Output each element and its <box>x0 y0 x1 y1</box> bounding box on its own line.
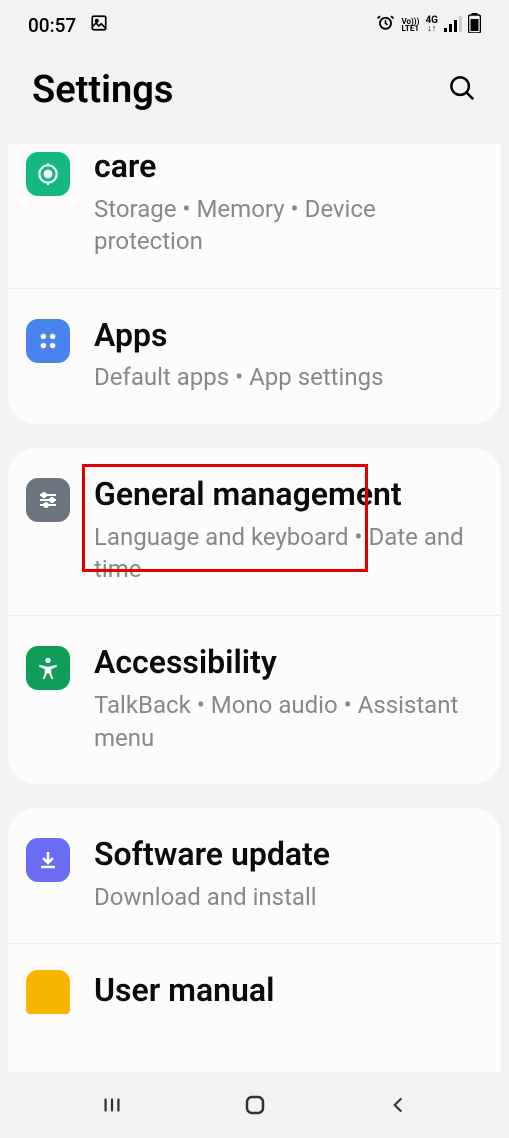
device-care-icon <box>26 152 70 196</box>
gallery-icon <box>90 14 108 37</box>
settings-item-general-management[interactable]: General management Language and keyboard… <box>8 448 501 616</box>
lte-text: LTE1 <box>401 25 419 32</box>
settings-item-software-update[interactable]: Software update Download and install <box>8 808 501 943</box>
settings-item-user-manual[interactable]: User manual <box>8 943 501 1027</box>
item-title: Software update <box>94 836 483 873</box>
network-icon: 4G ↓↑ <box>425 16 438 33</box>
search-button[interactable] <box>447 73 477 107</box>
nav-back-button[interactable] <box>385 1092 411 1118</box>
update-icon <box>26 838 70 882</box>
alarm-icon <box>376 13 395 37</box>
item-subtitle: Language and keyboard • Date and time <box>94 521 483 586</box>
status-right: Vo))) LTE1 4G ↓↑ <box>376 13 481 38</box>
sliders-icon <box>26 478 70 522</box>
page-title: Settings <box>32 68 173 112</box>
card-software: Software update Download and install Use… <box>8 808 501 1097</box>
battery-icon <box>468 13 481 38</box>
settings-item-accessibility[interactable]: Accessibility TalkBack • Mono audio • As… <box>8 615 501 784</box>
item-title: Accessibility <box>94 644 483 681</box>
item-title: User manual <box>94 972 483 1009</box>
status-bar: 00:57 Vo))) LTE1 4G ↓↑ <box>0 0 509 50</box>
settings-item-apps[interactable]: Apps Default apps • App settings <box>8 288 501 424</box>
item-subtitle: Download and install <box>94 881 483 913</box>
item-title: General management <box>94 476 483 513</box>
settings-list: care Storage • Memory • Device protectio… <box>0 144 509 1097</box>
manual-icon <box>26 970 70 1014</box>
settings-item-device-care[interactable]: care Storage • Memory • Device protectio… <box>8 144 501 288</box>
apps-icon <box>26 319 70 363</box>
navigation-bar <box>0 1072 509 1138</box>
item-title: care <box>94 148 483 185</box>
search-icon <box>447 73 477 103</box>
item-subtitle: Default apps • App settings <box>94 361 483 393</box>
accessibility-icon <box>26 646 70 690</box>
item-title: Apps <box>94 317 483 354</box>
volte-icon: Vo))) LTE1 <box>401 18 419 32</box>
nav-home-button[interactable] <box>242 1092 268 1118</box>
signal-icon <box>444 14 462 37</box>
nav-recents-button[interactable] <box>99 1092 125 1118</box>
status-time: 00:57 <box>28 14 76 37</box>
settings-header: Settings <box>0 50 509 144</box>
item-subtitle: Storage • Memory • Device protection <box>94 193 483 258</box>
card-device: care Storage • Memory • Device protectio… <box>8 144 501 424</box>
card-general: General management Language and keyboard… <box>8 448 501 784</box>
status-left: 00:57 <box>28 14 108 37</box>
item-subtitle: TalkBack • Mono audio • Assistant menu <box>94 689 483 754</box>
